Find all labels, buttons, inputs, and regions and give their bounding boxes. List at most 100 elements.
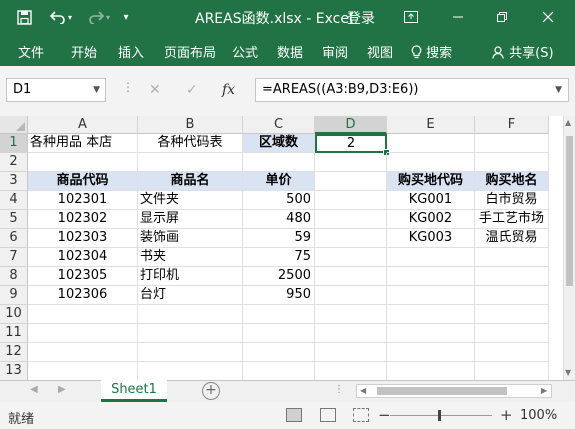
cell-e3[interactable]: 购买地代码 bbox=[387, 172, 475, 191]
row-header-7[interactable]: 7 bbox=[0, 248, 28, 267]
cell-a7[interactable]: 102304 bbox=[28, 248, 138, 267]
tab-view[interactable]: 视图 bbox=[367, 42, 393, 61]
tab-formulas[interactable]: 公式 bbox=[232, 42, 258, 61]
column-header-c[interactable]: C bbox=[243, 116, 315, 134]
cell-e2[interactable] bbox=[387, 153, 475, 172]
normal-view-icon[interactable] bbox=[286, 408, 302, 422]
row-header-4[interactable]: 4 bbox=[0, 191, 28, 210]
cell-c9[interactable]: 950 bbox=[243, 286, 315, 305]
sheet-split-icon[interactable]: ⋮ bbox=[334, 384, 344, 395]
undo-icon[interactable]: ▾ bbox=[48, 0, 74, 34]
cell-d9[interactable] bbox=[315, 286, 387, 305]
add-sheet-icon[interactable]: + bbox=[202, 382, 220, 400]
cell-a1[interactable]: 各种用品 本店 bbox=[28, 134, 138, 153]
cell-e7[interactable] bbox=[387, 248, 475, 267]
tab-file[interactable]: 文件 bbox=[18, 42, 44, 61]
prev-sheet-icon[interactable]: ◀ bbox=[30, 384, 38, 395]
zoom-slider[interactable] bbox=[390, 415, 492, 416]
tab-insert[interactable]: 插入 bbox=[118, 42, 144, 61]
ribbon-display-icon[interactable] bbox=[400, 0, 422, 34]
horizontal-scrollbar[interactable]: ◀ ▶ bbox=[356, 384, 552, 398]
row-header-12[interactable]: 12 bbox=[0, 343, 28, 362]
cell-c11[interactable] bbox=[243, 324, 315, 343]
cell-b12[interactable] bbox=[138, 343, 243, 362]
cell-e1[interactable] bbox=[387, 134, 475, 153]
cell-c8[interactable]: 2500 bbox=[243, 267, 315, 286]
tab-page-layout[interactable]: 页面布局 bbox=[164, 42, 216, 61]
cell-c4[interactable]: 500 bbox=[243, 191, 315, 210]
cell-d7[interactable] bbox=[315, 248, 387, 267]
cell-a2[interactable] bbox=[28, 153, 138, 172]
cell-f3[interactable]: 购买地名 bbox=[475, 172, 549, 191]
cell-d5[interactable] bbox=[315, 210, 387, 229]
cell-f4[interactable]: 白市贸易 bbox=[475, 191, 549, 210]
cell-f7[interactable] bbox=[475, 248, 549, 267]
cancel-icon[interactable]: ✕ bbox=[149, 78, 161, 102]
cell-f11[interactable] bbox=[475, 324, 549, 343]
enter-icon[interactable]: ✓ bbox=[186, 78, 198, 102]
cell-e5[interactable]: KG002 bbox=[387, 210, 475, 229]
cell-e12[interactable] bbox=[387, 343, 475, 362]
cell-f2[interactable] bbox=[475, 153, 549, 172]
select-all-corner[interactable] bbox=[0, 116, 28, 134]
scroll-left-icon[interactable]: ◀ bbox=[360, 386, 366, 395]
cell-d3[interactable] bbox=[315, 172, 387, 191]
cell-a5[interactable]: 102302 bbox=[28, 210, 138, 229]
cell-c7[interactable]: 75 bbox=[243, 248, 315, 267]
tab-review[interactable]: 审阅 bbox=[322, 42, 348, 61]
cell-b4[interactable]: 文件夹 bbox=[138, 191, 243, 210]
insert-function-icon[interactable]: fx bbox=[222, 78, 235, 102]
page-break-view-icon[interactable] bbox=[353, 408, 369, 422]
cell-d8[interactable] bbox=[315, 267, 387, 286]
cell-f8[interactable] bbox=[475, 267, 549, 286]
column-header-a[interactable]: A bbox=[28, 116, 138, 134]
cell-c12[interactable] bbox=[243, 343, 315, 362]
sheet-tab-sheet1[interactable]: Sheet1 bbox=[101, 380, 167, 402]
row-header-2[interactable]: 2 bbox=[0, 153, 28, 172]
cell-a12[interactable] bbox=[28, 343, 138, 362]
cell-f13[interactable] bbox=[475, 362, 549, 380]
row-header-10[interactable]: 10 bbox=[0, 305, 28, 324]
tell-me-search[interactable]: 搜索 bbox=[411, 42, 452, 61]
redo-icon[interactable]: ▾ bbox=[86, 0, 112, 34]
cell-a4[interactable]: 102301 bbox=[28, 191, 138, 210]
cell-f10[interactable] bbox=[475, 305, 549, 324]
row-header-1[interactable]: 1 bbox=[0, 134, 28, 153]
vertical-scroll-thumb[interactable] bbox=[566, 136, 573, 286]
customize-toolbar-icon[interactable]: ▾ bbox=[120, 0, 132, 34]
cell-e10[interactable] bbox=[387, 305, 475, 324]
scroll-down-icon[interactable]: ▼ bbox=[565, 368, 571, 377]
minimize-icon[interactable] bbox=[447, 0, 469, 34]
restore-icon[interactable] bbox=[491, 0, 513, 34]
row-header-5[interactable]: 5 bbox=[0, 210, 28, 229]
cell-c13[interactable] bbox=[243, 362, 315, 380]
cell-b5[interactable]: 显示屏 bbox=[138, 210, 243, 229]
name-box[interactable]: D1 ▼ bbox=[6, 78, 106, 102]
tab-home[interactable]: 开始 bbox=[71, 42, 97, 61]
cell-c3[interactable]: 单价 bbox=[243, 172, 315, 191]
cell-c10[interactable] bbox=[243, 305, 315, 324]
row-header-11[interactable]: 11 bbox=[0, 324, 28, 343]
cell-a11[interactable] bbox=[28, 324, 138, 343]
zoom-out-button[interactable]: − bbox=[378, 406, 391, 424]
cell-a13[interactable] bbox=[28, 362, 138, 380]
cell-e11[interactable] bbox=[387, 324, 475, 343]
cell-b10[interactable] bbox=[138, 305, 243, 324]
row-header-13[interactable]: 13 bbox=[0, 362, 28, 380]
cell-b9[interactable]: 台灯 bbox=[138, 286, 243, 305]
cell-d11[interactable] bbox=[315, 324, 387, 343]
row-header-6[interactable]: 6 bbox=[0, 229, 28, 248]
cell-d6[interactable] bbox=[315, 229, 387, 248]
cell-e9[interactable] bbox=[387, 286, 475, 305]
next-sheet-icon[interactable]: ▶ bbox=[58, 384, 66, 395]
cell-f5[interactable]: 手工艺市场 bbox=[475, 210, 549, 229]
cell-c2[interactable] bbox=[243, 153, 315, 172]
column-header-b[interactable]: B bbox=[138, 116, 243, 134]
cell-e6[interactable]: KG003 bbox=[387, 229, 475, 248]
close-icon[interactable] bbox=[537, 0, 559, 34]
zoom-in-button[interactable]: + bbox=[500, 406, 513, 424]
cell-e8[interactable] bbox=[387, 267, 475, 286]
cell-d2[interactable] bbox=[315, 153, 387, 172]
cell-d12[interactable] bbox=[315, 343, 387, 362]
cell-c6[interactable]: 59 bbox=[243, 229, 315, 248]
